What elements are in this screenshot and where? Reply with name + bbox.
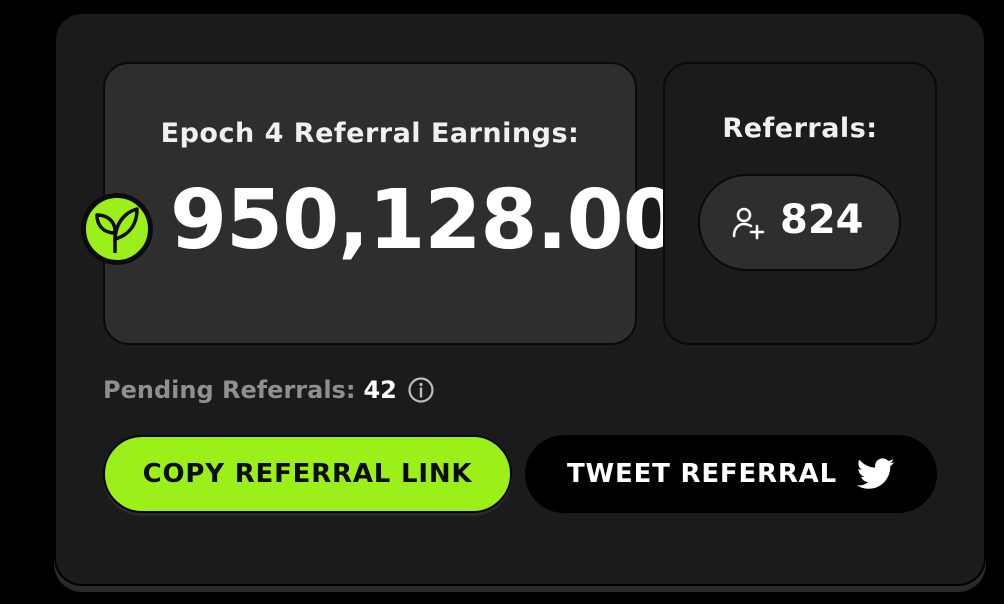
referral-widget-stage: Epoch 4 Referral Earnings: 950,128.00 Re…	[0, 0, 1004, 604]
pending-referrals: Pending Referrals: 42	[103, 376, 435, 404]
info-icon[interactable]	[407, 376, 435, 404]
twitter-icon	[856, 458, 895, 489]
copy-referral-link-button[interactable]: COPY REFERRAL LINK	[103, 435, 512, 513]
pending-referrals-count: 42	[363, 376, 397, 404]
earnings-label: Epoch 4 Referral Earnings:	[160, 118, 580, 149]
referrals-label: Referrals:	[722, 113, 878, 144]
earnings-value: 950,128.00	[170, 173, 680, 268]
pending-referrals-label: Pending Referrals:	[103, 376, 356, 404]
tweet-referral-button[interactable]: TWEET REFERRAL	[525, 435, 937, 513]
user-plus-icon	[732, 207, 765, 240]
leaf-coin-icon	[81, 193, 153, 265]
tweet-referral-label: TWEET REFERRAL	[567, 459, 837, 489]
copy-referral-link-label: COPY REFERRAL LINK	[142, 459, 473, 489]
referrals-count: 824	[780, 197, 864, 243]
